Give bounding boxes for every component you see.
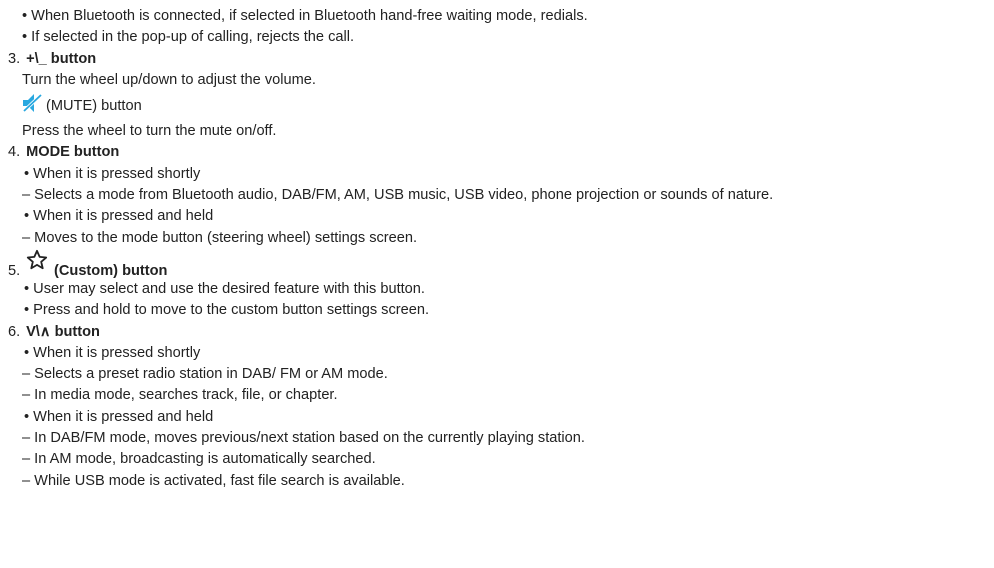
manual-page: • When Bluetooth is connected, if select… — [0, 0, 994, 568]
bullet-line: • When it is pressed and held — [24, 408, 214, 425]
item-number: 3. — [8, 50, 21, 67]
item-number: 6. — [8, 323, 21, 340]
item-title: MODE button — [26, 144, 120, 161]
bullet-line: • User may select and use the desired fe… — [24, 280, 425, 297]
item-title: V\∧ button — [26, 323, 100, 340]
bullet-line: • If selected in the pop-up of calling, … — [22, 29, 355, 46]
mute-speaker-icon — [22, 93, 42, 113]
item-title: +\_ button — [26, 50, 97, 67]
dash-line: – In DAB/FM mode, moves previous/next st… — [22, 430, 585, 447]
item-title: (Custom) button — [54, 262, 168, 279]
bullet-line: • When it is pressed shortly — [24, 344, 201, 361]
item-4-heading: 4. MODE button — [0, 142, 994, 163]
body-line: Press the wheel to turn the mute on/off. — [22, 123, 277, 140]
bullet-line: • When Bluetooth is connected, if select… — [22, 8, 588, 24]
dash-line: – While USB mode is activated, fast file… — [22, 472, 405, 489]
item-6-heading: 6. V\∧ button — [0, 322, 994, 343]
dash-line: – Selects a mode from Bluetooth audio, D… — [22, 187, 774, 204]
star-outline-icon — [26, 249, 48, 270]
mute-button-line: (MUTE) button — [0, 91, 994, 121]
item-3-heading: 3. +\_ button — [0, 49, 994, 70]
bullet-line: • When it is pressed and held — [24, 208, 214, 225]
dash-line: – In media mode, searches track, file, o… — [22, 387, 338, 404]
dash-line: – Selects a preset radio station in DAB/… — [22, 366, 388, 383]
dash-line: – Moves to the mode button (steering whe… — [22, 229, 418, 246]
bullet-line: • When it is pressed shortly — [24, 165, 201, 182]
item-5-heading: 5. (Custom) button — [0, 249, 994, 279]
mute-label: (MUTE) button — [46, 98, 142, 115]
item-number: 4. — [8, 144, 21, 161]
dash-line: – In AM mode, broadcasting is automatica… — [22, 451, 376, 468]
bullet-line: • Press and hold to move to the custom b… — [24, 302, 430, 319]
body-line: Turn the wheel up/down to adjust the vol… — [22, 71, 316, 88]
